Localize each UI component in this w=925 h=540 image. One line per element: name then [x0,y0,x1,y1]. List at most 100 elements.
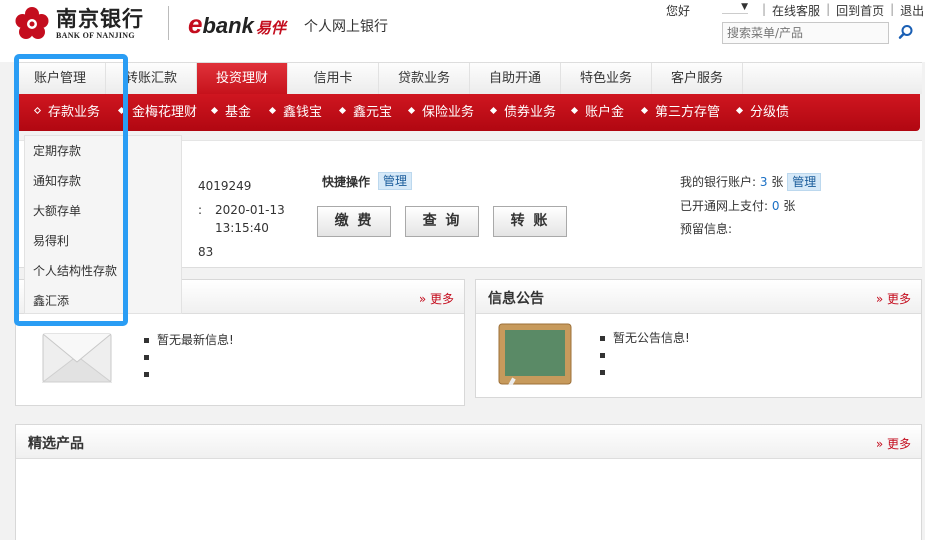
nav-customer-service[interactable]: 客户服务 [652,63,743,95]
unit-label: 张 [771,175,784,189]
bullet-icon [600,370,605,375]
link-separator: | [890,2,895,16]
reserved-info-line: 预留信息: [680,220,732,237]
nav-self-service[interactable]: 自助开通 [470,63,561,95]
subnav-fund[interactable]: 基金 [210,94,252,131]
subnav-label: 账户金 [585,105,625,120]
quick-manage-button[interactable]: 管理 [378,172,413,190]
diamond-icon [407,106,416,115]
online-service-link[interactable]: 在线客服 [772,2,820,19]
list-item [144,349,234,366]
caret-down-icon: ▼ [741,2,748,12]
products-box-header: 精选产品 » 更多 [16,425,921,459]
transfer-button[interactable]: 转 账 [493,206,567,237]
account-info-tail: 83 [198,245,214,259]
online-pay-line: 已开通网上支付: 0 张 [680,197,795,214]
subnav-xinyuanbao[interactable]: 鑫元宝 [338,94,393,131]
subnav-bonds[interactable]: 债券业务 [489,94,557,131]
diamond-icon [735,106,744,115]
ebank-cn: 易伴 [255,20,286,37]
nav-investment[interactable]: 投资理财 [197,63,288,95]
diamond-icon [210,106,219,115]
nav-credit-card[interactable]: 信用卡 [288,63,379,95]
unit-label: 张 [783,199,796,213]
list-item [144,366,234,383]
subnav-xinqianbao[interactable]: 鑫钱宝 [268,94,323,131]
link-separator: | [762,2,767,16]
ebank-e-icon: e [188,9,203,39]
subnav-label: 第三方存管 [655,105,721,120]
subnav-label: 债券业务 [504,105,557,120]
main-nav: 账户管理 转账汇款 投资理财 信用卡 贷款业务 自助开通 特色业务 客户服务 [15,62,922,95]
notice-empty-text: 暂无公告信息! [613,331,690,345]
bank-accounts-count[interactable]: 3 [760,175,768,189]
user-dropdown[interactable]: ▼ [722,2,748,14]
subnav-label: 鑫元宝 [353,105,393,120]
query-button[interactable]: 查 询 [405,206,479,237]
news-more-link[interactable]: » 更多 [419,290,454,307]
ebank-word: bank [202,13,254,38]
login-time-colon: : [198,203,203,217]
top-links: | 在线客服 | 回到首页 | 退出 [756,2,924,19]
subnav-label: 金梅花理财 [132,105,198,120]
list-item [600,347,690,364]
products-more-link[interactable]: » 更多 [876,435,911,452]
online-pay-label: 已开通网上支付: [680,199,769,213]
bank-accounts-line: 我的银行账户: 3 张 管理 [680,173,822,191]
search-input[interactable] [722,22,889,44]
diamond-icon [570,106,579,115]
bank-accounts-label: 我的银行账户: [680,175,757,189]
diamond-icon [338,106,347,115]
bank-name-cn: 南京银行 [56,6,144,31]
subnav-insurance[interactable]: 保险业务 [407,94,475,131]
last-login-date: 2020-01-13 [215,203,285,217]
notice-box-header: 信息公告 » 更多 [476,280,921,314]
subnav-account-gold[interactable]: 账户金 [570,94,625,131]
subnav-third-party-custody[interactable]: 第三方存管 [640,94,721,131]
diamond-icon [640,106,649,115]
pay-fees-button[interactable]: 缴 费 [317,206,391,237]
search-icon[interactable] [898,24,914,40]
subnav-label: 鑫钱宝 [283,105,323,120]
online-pay-count[interactable]: 0 [772,199,780,213]
site-title: 个人网上银行 [304,19,388,35]
products-title: 精选产品 [28,436,84,452]
greeting: 您好 [666,4,691,18]
subnav-label: 分级债 [750,105,790,120]
plum-blossom-logo-icon [15,7,49,39]
notice-list: 暂无公告信息! [600,330,690,381]
home-link[interactable]: 回到首页 [836,2,884,19]
subnav-graded-bonds[interactable]: 分级债 [735,94,790,131]
header: 南京银行 BANK OF NANJING e bank 易伴 个人网上银行 您好… [0,0,925,62]
list-item: 暂无最新信息! [144,332,234,349]
sub-nav: 存款业务 金梅花理财 基金 鑫钱宝 鑫元宝 保险业务 债券业务 账户金 第三方存… [15,94,920,131]
bullet-icon [144,355,149,360]
link-separator: | [826,2,831,16]
bank-logo[interactable]: 南京银行 BANK OF NANJING [14,4,144,44]
products-box: 精选产品 » 更多 [15,424,922,540]
blackboard-icon [498,323,572,385]
diamond-icon [489,106,498,115]
notice-more-link[interactable]: » 更多 [876,290,911,307]
logout-link[interactable]: 退出 [900,2,924,19]
logo-divider [168,6,169,40]
bank-name-en: BANK OF NANJING [56,31,135,40]
news-list: 暂无最新信息! [144,332,234,383]
diamond-icon [268,106,277,115]
bullet-icon [600,336,605,341]
bullet-icon [144,372,149,377]
notice-box: 信息公告 » 更多 暂无公告信息! [475,279,922,398]
news-empty-text: 暂无最新信息! [157,333,234,347]
nav-special-business[interactable]: 特色业务 [561,63,652,95]
subnav-label: 基金 [225,105,252,120]
account-number: 4019249 [198,179,252,193]
accounts-manage-button[interactable]: 管理 [787,173,822,191]
envelope-icon [42,333,112,383]
bullet-icon [600,353,605,358]
subnav-jinmeihua[interactable]: 金梅花理财 [117,94,198,131]
bullet-icon [144,338,149,343]
ebank-logo: e bank 易伴 [188,9,286,40]
nav-loans[interactable]: 贷款业务 [379,63,470,95]
last-login-time: 13:15:40 [215,221,269,235]
subnav-label: 保险业务 [422,105,475,120]
